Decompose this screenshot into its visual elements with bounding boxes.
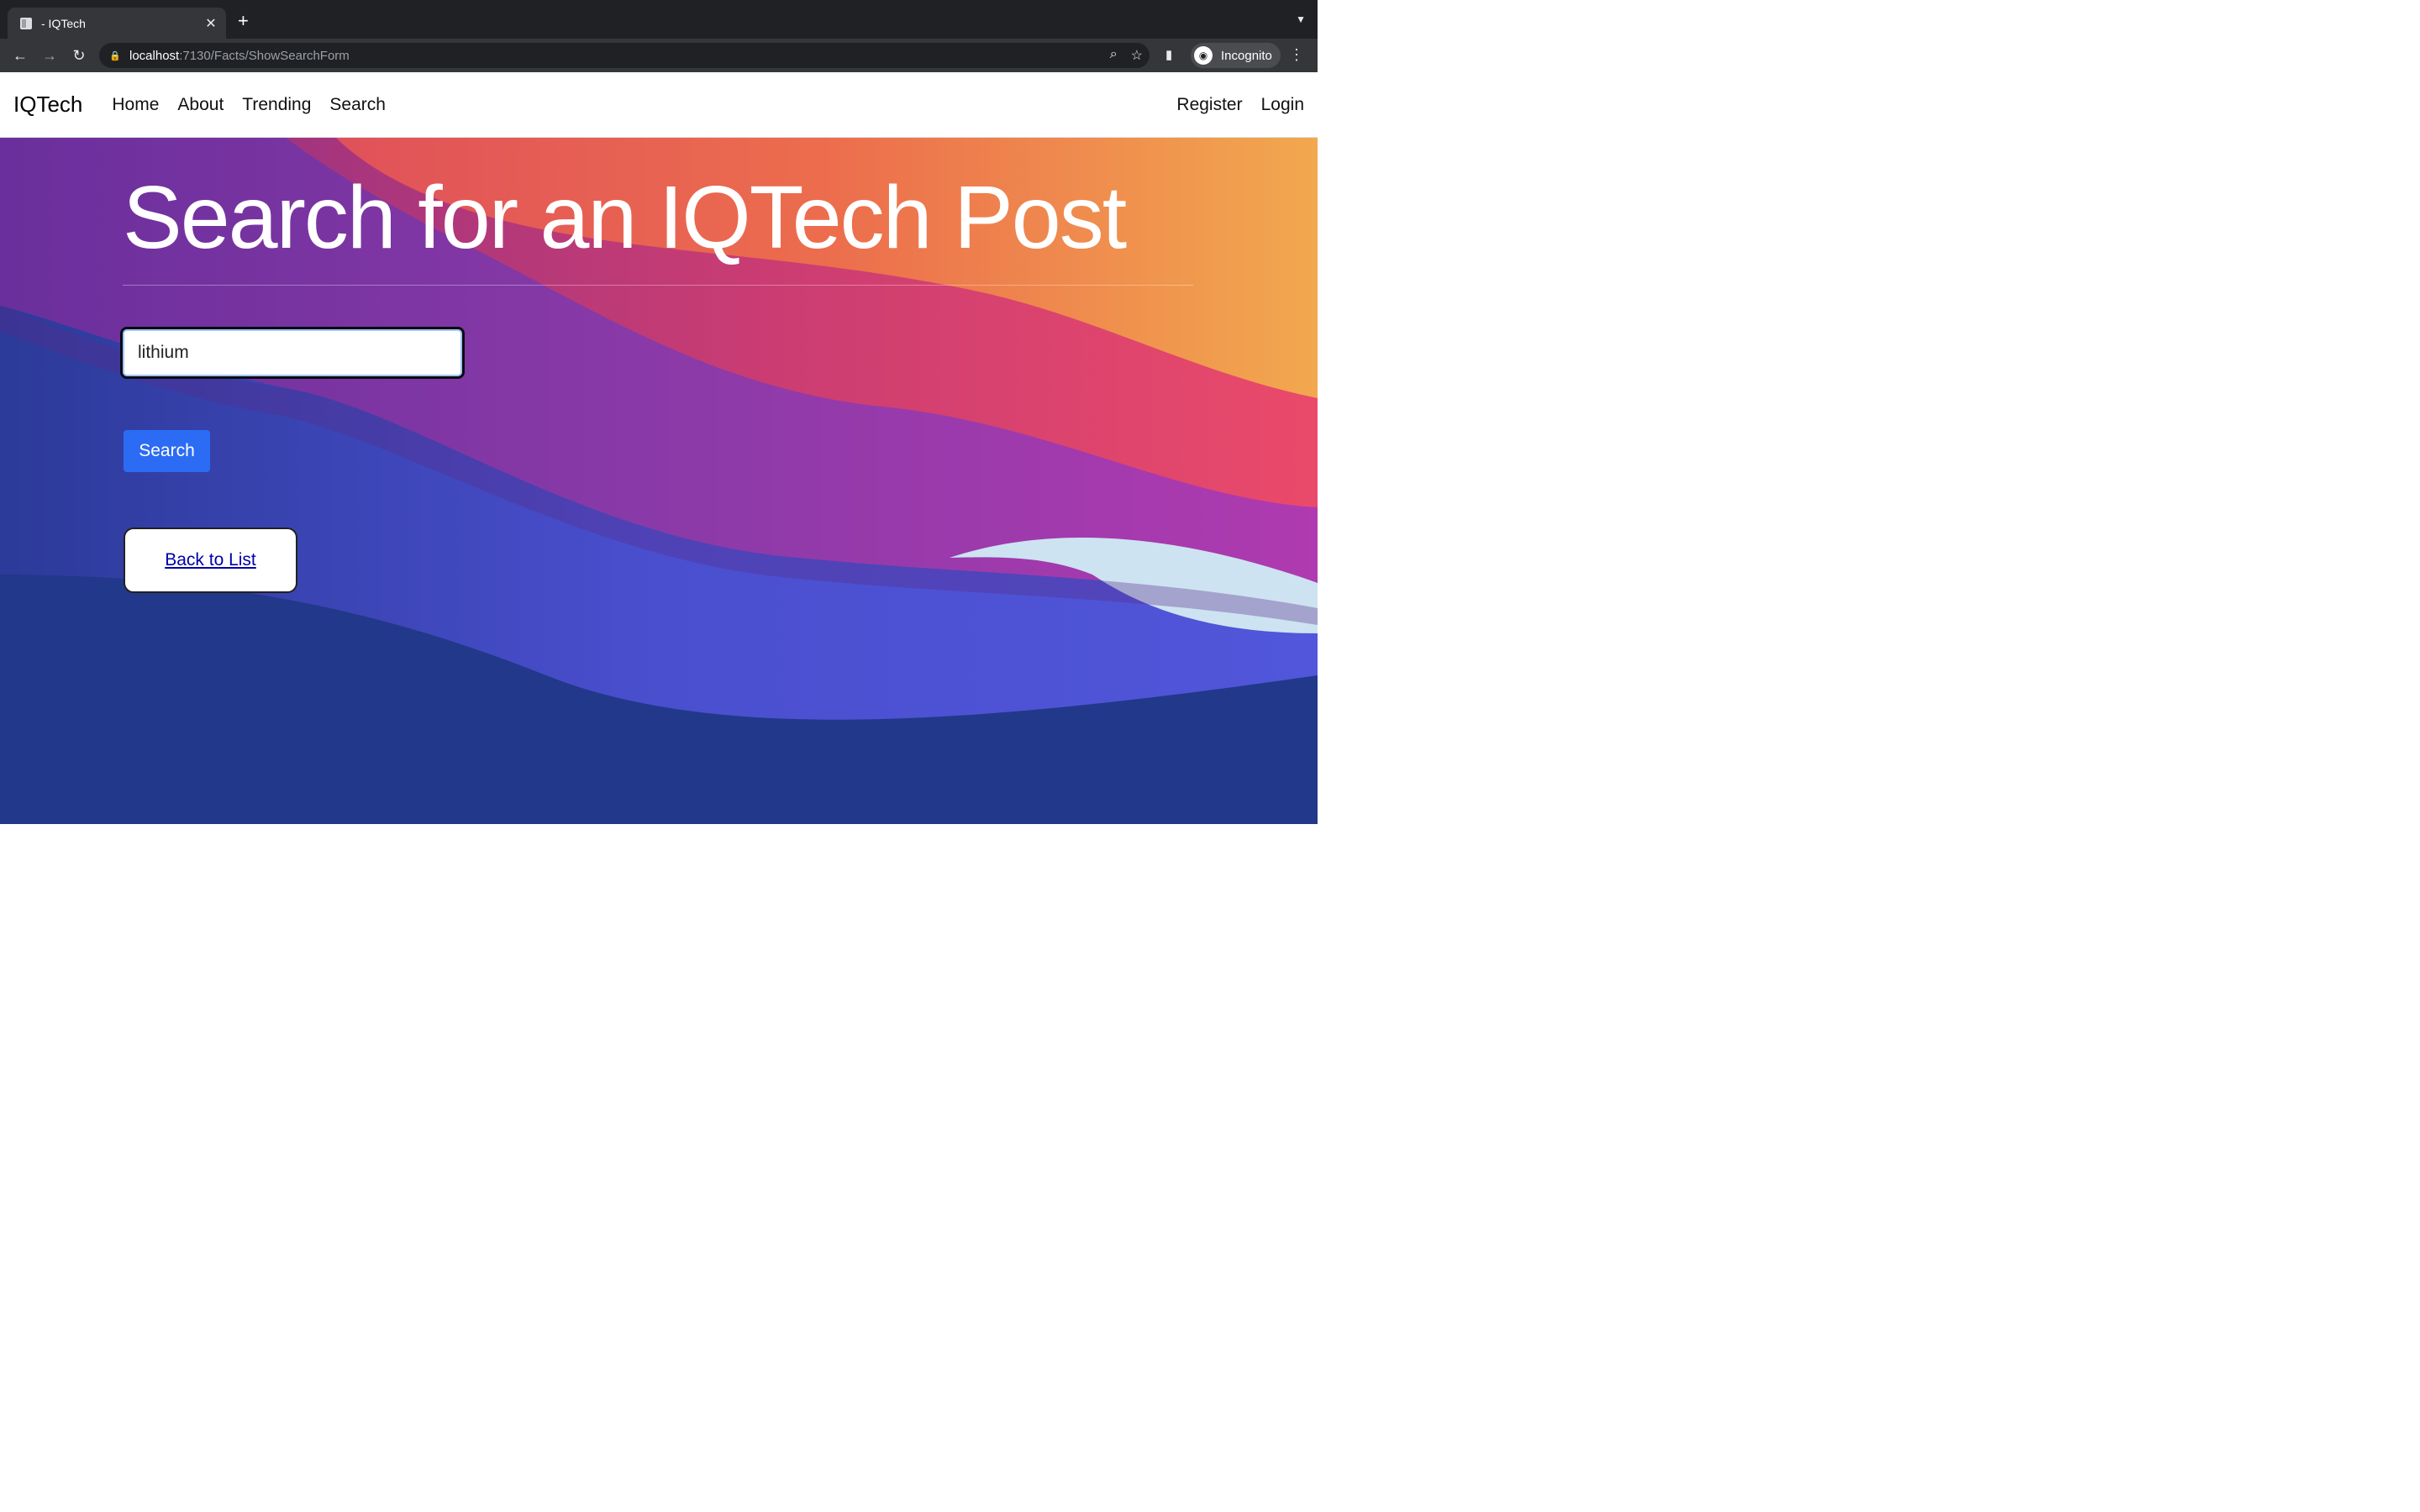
nav-about[interactable]: About xyxy=(168,95,233,115)
profile-label: Incognito xyxy=(1221,48,1272,63)
url-path: :7130/Facts/ShowSearchForm xyxy=(179,48,350,63)
nav-search[interactable]: Search xyxy=(320,95,395,115)
nav-trending[interactable]: Trending xyxy=(233,95,320,115)
browser-tab-strip: - IQTech ✕ + ▼ xyxy=(0,0,1318,39)
forward-icon[interactable]: → xyxy=(41,47,58,64)
nav-links: Home About Trending Search xyxy=(103,95,395,115)
back-icon[interactable]: ← xyxy=(12,47,29,64)
back-to-list-link[interactable]: Back to List xyxy=(165,550,256,570)
close-tab-icon[interactable]: ✕ xyxy=(204,15,218,32)
tab-search-chevron-icon[interactable]: ▼ xyxy=(1296,13,1306,25)
incognito-icon: ◉ xyxy=(1194,46,1213,65)
back-to-list-card: Back to List xyxy=(124,528,297,593)
incognito-profile-button[interactable]: ◉ Incognito xyxy=(1191,43,1281,68)
reload-icon[interactable]: ↻ xyxy=(71,47,87,64)
page-title: Search for an IQTech Post xyxy=(123,168,1127,267)
browser-tab[interactable]: - IQTech ✕ xyxy=(8,8,226,39)
search-input[interactable] xyxy=(123,329,462,376)
site-navbar: IQTech Home About Trending Search Regist… xyxy=(0,72,1318,138)
browser-toolbar: ← → ↻ 🔒 localhost:7130/Facts/ShowSearchF… xyxy=(0,39,1318,72)
url-text: localhost:7130/Facts/ShowSearchForm xyxy=(129,49,350,63)
nav-register[interactable]: Register xyxy=(1158,95,1242,115)
title-divider xyxy=(123,285,1193,286)
nav-home[interactable]: Home xyxy=(103,95,168,115)
brand-link[interactable]: IQTech xyxy=(13,92,82,118)
star-icon[interactable]: ☆ xyxy=(1131,47,1143,64)
nav-account-links: Register Login xyxy=(1158,95,1304,115)
new-tab-button[interactable]: + xyxy=(238,12,249,30)
side-panel-icon[interactable]: ▮ xyxy=(1165,47,1172,62)
zoom-icon[interactable]: ⌕ xyxy=(1110,47,1118,64)
nav-login[interactable]: Login xyxy=(1243,95,1304,115)
url-host: localhost xyxy=(129,48,180,63)
search-page-hero: Search for an IQTech Post Search Back to… xyxy=(0,138,1318,824)
menu-icon[interactable]: ⋮ xyxy=(1289,46,1304,64)
search-input-wrapper xyxy=(120,327,465,379)
search-button[interactable]: Search xyxy=(124,430,210,472)
address-bar[interactable]: 🔒 localhost:7130/Facts/ShowSearchForm ⌕ … xyxy=(99,43,1150,68)
tab-title: - IQTech xyxy=(41,16,86,30)
page-favicon-icon xyxy=(19,17,33,30)
lock-icon[interactable]: 🔒 xyxy=(109,50,121,61)
